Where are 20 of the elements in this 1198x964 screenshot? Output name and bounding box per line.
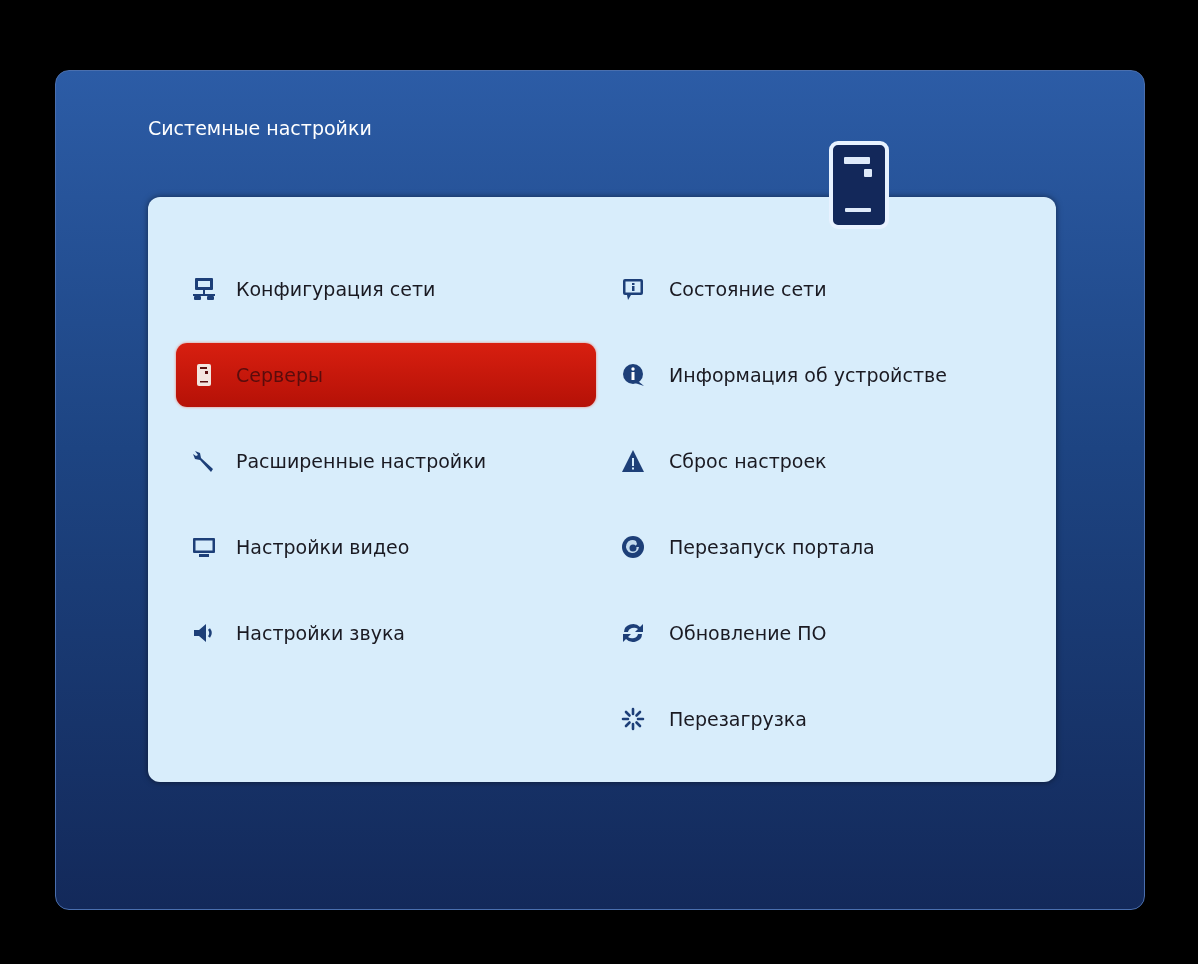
menu-item[interactable]: Обновление ПО — [621, 601, 1051, 665]
warning-icon — [621, 449, 645, 473]
network-icon — [192, 277, 216, 301]
menu-item[interactable]: Состояние сети — [621, 257, 1051, 321]
menu-item[interactable]: Конфигурация сети — [176, 257, 596, 321]
screen-title: Системные настройки — [148, 117, 372, 139]
menu-item[interactable]: Настройки видео — [176, 515, 596, 579]
menu-item[interactable]: Информация об устройстве — [621, 343, 1051, 407]
menu-item[interactable]: Перезагрузка — [621, 687, 1051, 751]
menu-item[interactable]: Настройки звука — [176, 601, 596, 665]
info-icon — [621, 363, 645, 387]
monitor-icon — [192, 535, 216, 559]
menu-item[interactable]: Сброс настроек — [621, 429, 1051, 493]
wrench-icon — [192, 449, 216, 473]
reload-icon — [621, 535, 645, 559]
spinner-icon — [621, 707, 645, 731]
menu-item[interactable]: Перезапуск портала — [621, 515, 1051, 579]
sync-icon — [621, 621, 645, 645]
menu-item[interactable]: Расширенные настройки — [176, 429, 596, 493]
info-icon — [621, 277, 645, 301]
